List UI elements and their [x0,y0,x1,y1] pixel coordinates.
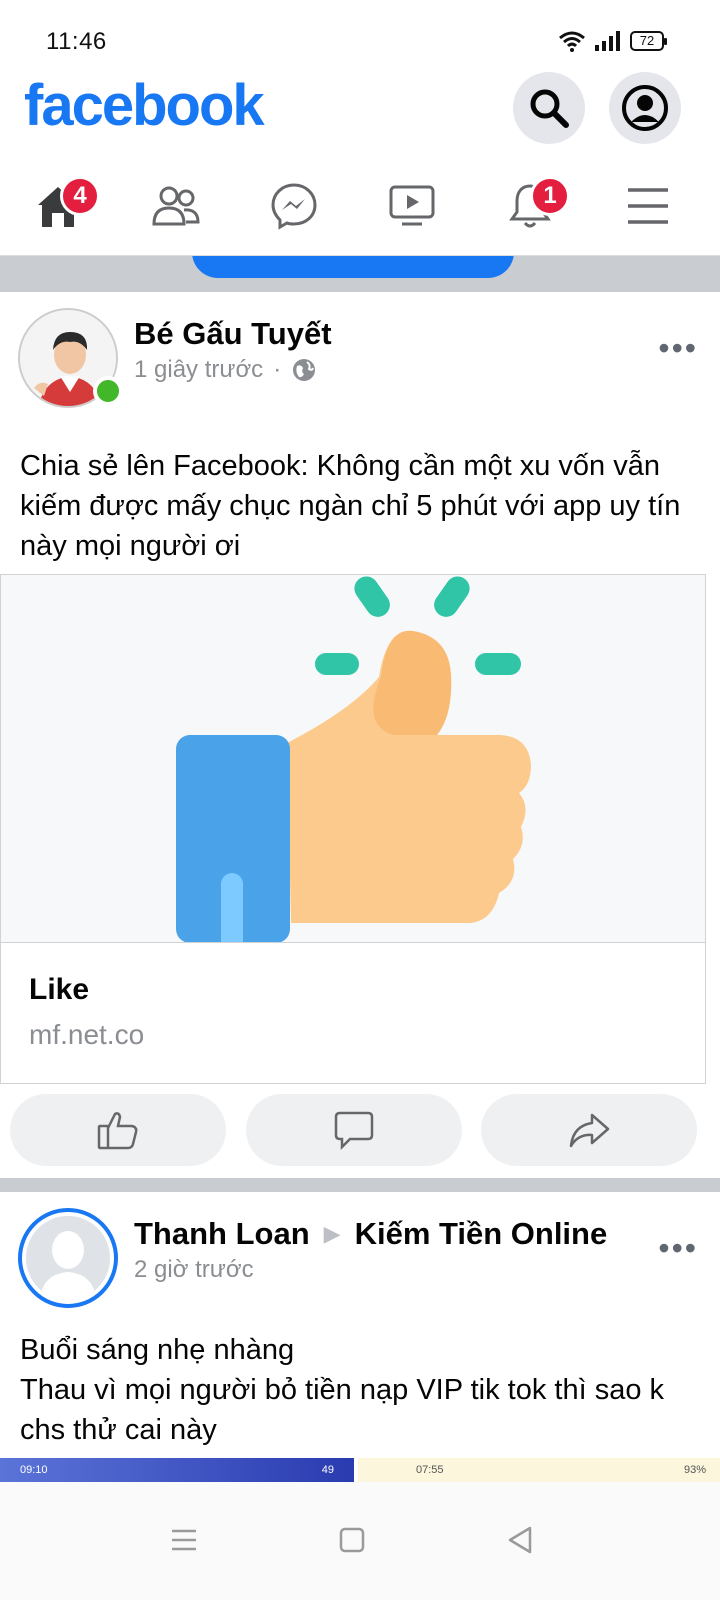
post-text-2: Buổi sáng nhẹ nhàng Thau vì mọi người bỏ… [20,1334,665,1446]
like-button[interactable] [10,1094,226,1166]
post-time[interactable]: 1 giây trước [134,356,263,384]
post-image-left[interactable]: 09:10 49 [0,1458,354,1482]
post-time-2[interactable]: 2 giờ trước [134,1256,254,1284]
messenger-icon [271,183,317,230]
thumb-left-time: 09:10 [20,1464,48,1476]
link-domain: mf.net.co [29,1019,145,1050]
default-avatar-icon [26,1216,110,1300]
back-triangle-icon [508,1526,532,1554]
post-actions [0,1094,720,1166]
like-icon [97,1112,138,1150]
status-icons: 72 [558,30,667,52]
tab-menu[interactable] [608,170,688,242]
new-posts-pill[interactable] [192,256,514,278]
thumb-right-time: 07:55 [416,1464,444,1476]
to-group-arrow: ▶ [323,1221,341,1246]
signal-icon [595,31,620,51]
feed-divider-2 [0,1178,720,1192]
square-home-icon [339,1527,365,1553]
search-icon [530,89,569,128]
tab-friends[interactable] [136,170,216,242]
feed-divider [0,256,720,292]
thumb-right-battery: 93% [683,1464,706,1476]
post-images-strip[interactable]: 09:10 49 07:55 93% [0,1458,720,1482]
link-title: Like [29,973,90,1006]
status-bar: 11:46 72 [0,0,720,80]
post-options-button[interactable]: ••• [658,330,698,367]
comment-button[interactable] [246,1094,462,1166]
wifi-icon [559,31,585,52]
app-header: facebook [0,72,720,152]
group-name[interactable]: Kiếm Tiền Online [355,1216,608,1252]
link-preview-card[interactable]: Like mf.net.co [0,574,706,1084]
tab-messenger[interactable] [254,170,334,242]
back-button[interactable] [490,1510,550,1570]
globe-icon [293,359,316,381]
share-icon [569,1113,610,1148]
thumb-left-battery: 49 [321,1464,334,1476]
friends-icon [152,186,200,226]
search-button[interactable] [513,72,585,144]
thumbs-up-illustration [176,576,531,942]
post-image-right[interactable]: 07:55 93% [358,1458,720,1482]
home-nav-button[interactable] [322,1510,382,1570]
online-status-dot [93,376,123,406]
facebook-logo[interactable]: facebook [24,72,265,139]
menu-icon [628,188,668,224]
tab-home[interactable]: 4 [18,170,100,242]
share-button[interactable] [481,1094,697,1166]
tab-watch[interactable] [372,170,452,242]
system-nav-bar [0,1482,720,1600]
meta-separator: · [273,356,282,383]
watch-icon [389,185,435,226]
status-time: 11:46 [46,28,107,55]
link-preview-image [1,575,705,943]
comment-icon [334,1111,374,1150]
post-author[interactable]: Bé Gấu Tuyết [134,316,332,352]
post-text: Chia sẻ lên Facebook: Không cần một xu v… [20,450,681,562]
recents-button[interactable] [154,1510,214,1570]
account-icon [622,85,668,131]
notifications-badge: 1 [530,176,570,216]
post-meta: 1 giây trước · [134,356,317,384]
account-button[interactable] [609,72,681,144]
tab-notifications[interactable]: 1 [490,170,570,242]
battery-indicator: 72 [630,31,667,51]
post-author-2: Thanh Loan ▶ Kiếm Tiền Online [134,1216,607,1252]
post-options-button-2[interactable]: ••• [658,1230,698,1267]
post-card: Bé Gấu Tuyết 1 giây trước · ••• Chia sẻ … [0,292,720,1180]
avatar-2[interactable] [18,1208,118,1308]
tab-bar: 4 1 [0,160,720,256]
recents-icon [172,1529,196,1551]
author-name[interactable]: Thanh Loan [134,1216,310,1252]
home-badge: 4 [60,176,100,216]
post-card-2: Thanh Loan ▶ Kiếm Tiền Online 2 giờ trướ… [0,1192,720,1492]
